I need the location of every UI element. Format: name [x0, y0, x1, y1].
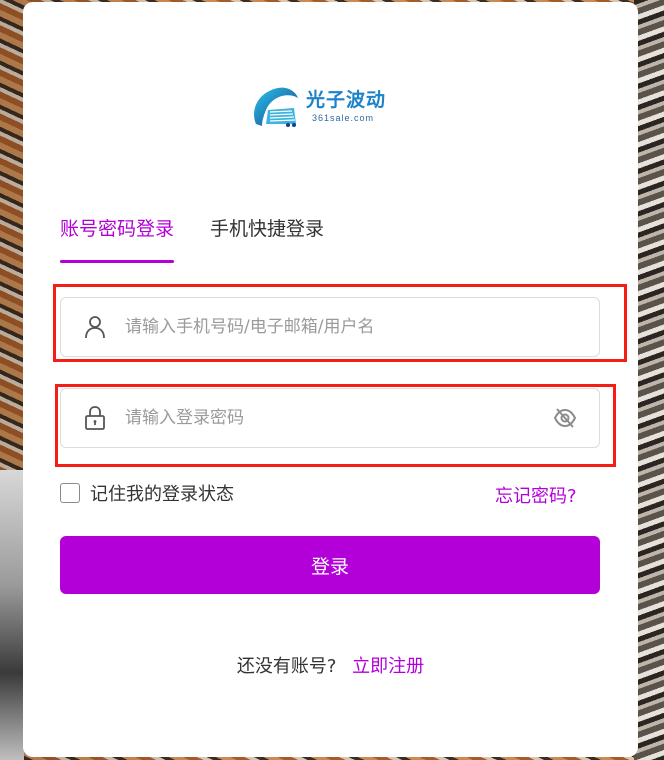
username-input[interactable] [125, 298, 599, 356]
register-link[interactable]: 立即注册 [352, 656, 424, 677]
background-left-strip [0, 470, 24, 760]
brand-logo[interactable]: 光子波动 361sale.com [248, 84, 386, 130]
password-input[interactable] [125, 389, 551, 447]
tab-password-login[interactable]: 账号密码登录 [60, 214, 175, 263]
tab-phone-login[interactable]: 手机快捷登录 [210, 214, 324, 261]
logo-mark-icon [248, 84, 300, 130]
logo-domain: 361sale.com [312, 113, 375, 123]
login-button[interactable]: 登录 [60, 536, 600, 594]
remember-checkbox[interactable] [60, 483, 80, 503]
password-field [60, 388, 600, 448]
logo-brand-name: 光子波动 [306, 89, 387, 111]
register-row: 还没有账号? 立即注册 [23, 652, 638, 678]
login-card: 光子波动 361sale.com 账号密码登录 手机快捷登录 请输入手机号码/电… [23, 2, 638, 757]
login-tabs: 账号密码登录 手机快捷登录 [60, 214, 324, 263]
remember-me[interactable]: 记住我的登录状态 [60, 480, 234, 506]
register-question: 还没有账号? [236, 656, 337, 677]
eye-off-icon[interactable] [551, 404, 579, 432]
background-right-strip [634, 0, 664, 760]
remember-label: 记住我的登录状态 [90, 484, 234, 505]
lock-icon [83, 406, 107, 430]
user-icon [83, 315, 107, 339]
forgot-password-link[interactable]: 忘记密码? [495, 482, 577, 508]
username-field [60, 297, 600, 357]
